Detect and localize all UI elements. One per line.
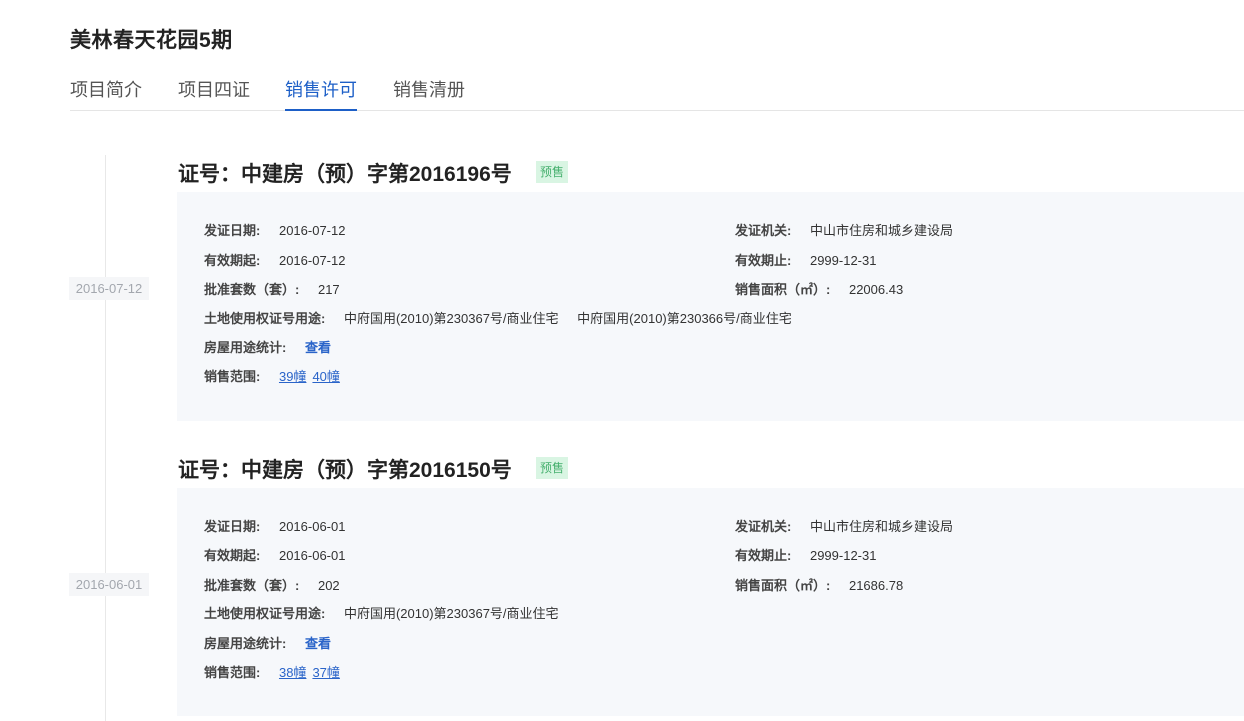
tab-bar: 项目简介 项目四证 销售许可 销售清册: [70, 66, 1244, 111]
valid-from-label: 有效期起:: [204, 253, 261, 268]
units-label: 批准套数（套）:: [204, 282, 300, 297]
authority-label: 发证机关:: [735, 223, 792, 238]
units-field: 批准套数（套）: 202: [204, 575, 340, 594]
authority-label: 发证机关:: [735, 519, 792, 534]
land-certificate-value: 中府国用(2010)第230367号/商业住宅: [343, 606, 559, 621]
valid-to-field: 有效期止: 2999-12-31: [735, 250, 876, 269]
sales-scope-field: 销售范围: 38幢 37幢: [204, 662, 346, 681]
issue-date-field: 发证日期: 2016-06-01: [204, 516, 345, 535]
tab-sales-permit[interactable]: 销售许可: [285, 76, 357, 111]
land-certificate-field: 土地使用权证号用途: 中府国用(2010)第230367号/商业住宅: [204, 603, 559, 622]
units-value: 217: [317, 282, 340, 297]
valid-from-label: 有效期起:: [204, 548, 261, 563]
valid-to-value: 2999-12-31: [809, 548, 877, 563]
land-certificate-value: 中府国用(2010)第230366号/商业住宅: [577, 311, 792, 326]
building-link[interactable]: 40幢: [312, 369, 339, 384]
usage-stats-view-link[interactable]: 查看: [305, 340, 331, 355]
land-certificate-field: 土地使用权证号用途: 中府国用(2010)第230367号/商业住宅 中府国用(…: [204, 308, 792, 327]
issue-date-field: 发证日期: 2016-07-12: [204, 220, 345, 239]
valid-from-field: 有效期起: 2016-06-01: [204, 545, 345, 564]
permit-card: 发证日期: 2016-07-12 发证机关: 中山市住房和城乡建设局 有效期起:…: [177, 192, 1244, 421]
usage-stats-view-link[interactable]: 查看: [305, 636, 331, 651]
issue-date-label: 发证日期:: [204, 223, 261, 238]
units-value: 202: [317, 578, 340, 593]
permit-title: 证号：中建房（预）字第2016196号: [178, 163, 512, 186]
area-value: 21686.78: [848, 578, 904, 593]
issue-date-value: 2016-06-01: [278, 519, 346, 534]
authority-value: 中山市住房和城乡建设局: [809, 223, 953, 238]
timeline-date: 2016-07-12: [69, 277, 149, 300]
area-label: 销售面积（㎡）:: [735, 282, 831, 297]
sales-scope-label: 销售范围:: [204, 369, 261, 384]
valid-to-field: 有效期止: 2999-12-31: [735, 545, 876, 564]
area-value: 22006.43: [848, 282, 904, 297]
sales-scope-label: 销售范围:: [204, 665, 261, 680]
authority-field: 发证机关: 中山市住房和城乡建设局: [735, 516, 953, 535]
units-field: 批准套数（套）: 217: [204, 279, 340, 298]
valid-from-value: 2016-06-01: [278, 548, 346, 563]
usage-stats-label: 房屋用途统计:: [204, 340, 287, 355]
valid-to-value: 2999-12-31: [809, 253, 877, 268]
timeline-date: 2016-06-01: [69, 573, 149, 596]
building-link[interactable]: 37幢: [312, 665, 339, 680]
valid-to-label: 有效期止:: [735, 253, 792, 268]
authority-value: 中山市住房和城乡建设局: [809, 519, 953, 534]
issue-date-value: 2016-07-12: [278, 223, 346, 238]
usage-stats-field: 房屋用途统计: 查看: [204, 337, 331, 356]
valid-to-label: 有效期止:: [735, 548, 792, 563]
sales-scope-field: 销售范围: 39幢 40幢: [204, 366, 346, 385]
area-label: 销售面积（㎡）:: [735, 578, 831, 593]
valid-from-field: 有效期起: 2016-07-12: [204, 250, 345, 269]
usage-stats-field: 房屋用途统计: 查看: [204, 633, 331, 652]
land-certificate-value: 中府国用(2010)第230367号/商业住宅: [343, 311, 559, 326]
area-field: 销售面积（㎡）: 21686.78: [735, 575, 903, 594]
issue-date-label: 发证日期:: [204, 519, 261, 534]
permit-title: 证号：中建房（预）字第2016150号: [178, 459, 512, 482]
project-title: 美林春天花园5期: [70, 29, 233, 52]
permit-type-badge: 预售: [536, 161, 569, 183]
valid-from-value: 2016-07-12: [278, 253, 346, 268]
timeline-line: [105, 155, 106, 721]
units-label: 批准套数（套）:: [204, 578, 300, 593]
usage-stats-label: 房屋用途统计:: [204, 636, 287, 651]
tab-sales-list[interactable]: 销售清册: [393, 76, 465, 111]
authority-field: 发证机关: 中山市住房和城乡建设局: [735, 220, 953, 239]
building-link[interactable]: 38幢: [279, 665, 306, 680]
permit-card: 发证日期: 2016-06-01 发证机关: 中山市住房和城乡建设局 有效期起:…: [177, 488, 1244, 716]
tab-project-intro[interactable]: 项目简介: [70, 76, 142, 111]
building-link[interactable]: 39幢: [279, 369, 306, 384]
area-field: 销售面积（㎡）: 22006.43: [735, 279, 903, 298]
permit-type-badge: 预售: [536, 457, 569, 479]
tab-project-certificates[interactable]: 项目四证: [178, 76, 250, 111]
land-certificate-label: 土地使用权证号用途:: [204, 311, 326, 326]
land-certificate-label: 土地使用权证号用途:: [204, 606, 326, 621]
